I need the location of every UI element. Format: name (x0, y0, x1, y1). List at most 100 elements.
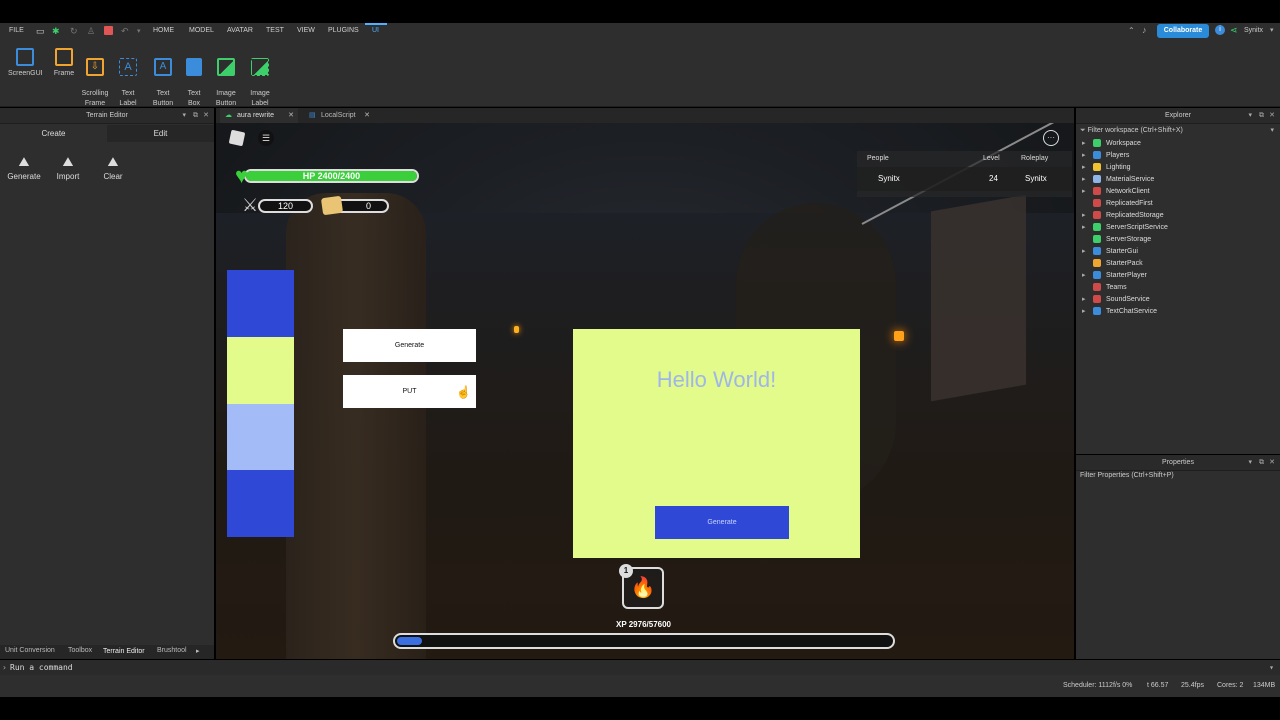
frame-tool[interactable]: Frame (47, 48, 81, 79)
generate-tool[interactable]: ⛰ Generate (6, 154, 42, 181)
chevron-up-icon[interactable]: ⌃ (1128, 26, 1135, 35)
new-file-icon[interactable]: ▭ (36, 26, 45, 37)
swatch[interactable] (227, 403, 294, 471)
more-options-icon[interactable]: ··· (1043, 130, 1059, 146)
menu-test[interactable]: TEST (266, 27, 284, 34)
close-icon[interactable]: ✕ (364, 108, 370, 123)
scrolling-frame-tool[interactable]: ⇩ Scrolling Frame (78, 48, 112, 109)
explorer-item[interactable]: ▸ Workspace (1082, 138, 1141, 150)
game-viewport[interactable]: ☰ ··· HP 2400/2400 ♥ 120 ⚔ 0 People Leve… (216, 123, 1074, 659)
command-bar[interactable]: › Run a command ▾ (0, 660, 1280, 675)
user-name[interactable]: Synitx (1244, 27, 1263, 34)
player-icon[interactable]: ♙ (87, 26, 95, 37)
chevron-down-icon[interactable]: ▾ (182, 108, 186, 124)
expand-arrow-icon[interactable]: ▸ (1082, 174, 1086, 186)
menu-file[interactable]: FILE (9, 27, 24, 34)
explorer-item[interactable]: ▸ StarterPlayer (1082, 270, 1147, 282)
generate-button[interactable]: Generate (343, 329, 476, 362)
properties-filter-input[interactable]: Filter Properties (Ctrl+Shift+P) (1080, 472, 1174, 479)
text-box-tool[interactable]: Text Box (177, 48, 211, 109)
explorer-item[interactable]: ▸ TextChatService (1082, 306, 1157, 318)
terrain-clear-icon: ⛰ (107, 154, 119, 169)
chevron-down-icon[interactable]: ▾ (1248, 108, 1252, 124)
card-title: Hello World! (656, 367, 777, 392)
card-generate-button[interactable]: Generate (655, 506, 789, 539)
expand-arrow-icon[interactable]: ▸ (1082, 222, 1086, 234)
import-tool[interactable]: ⛰ Import (50, 154, 86, 181)
expand-arrow-icon[interactable]: ▸ (1082, 210, 1086, 222)
popout-icon[interactable]: ⧉ (1259, 108, 1264, 124)
explorer-filter-input[interactable]: ⏷ Filter workspace (Ctrl+Shift+X) ▾ (1076, 125, 1280, 137)
image-label-tool[interactable]: Image Label (243, 48, 277, 109)
chevron-down-icon[interactable]: ▾ (1270, 26, 1274, 34)
explorer-item[interactable]: ▸ MaterialService (1082, 174, 1154, 186)
dropdown-icon[interactable]: ▾ (137, 27, 141, 35)
close-icon[interactable]: ✕ (288, 108, 294, 123)
explorer-item[interactable]: ▸ Lighting (1082, 162, 1131, 174)
text-label-tool[interactable]: A Text Label (111, 48, 145, 109)
info-icon[interactable]: i (1215, 25, 1225, 35)
bell-icon[interactable]: ♪ (1142, 25, 1147, 35)
swatch[interactable] (227, 470, 294, 537)
chat-icon[interactable]: ☰ (258, 130, 274, 146)
expand-arrow-icon[interactable]: ▸ (1082, 150, 1086, 162)
expand-arrow-icon[interactable]: ▸ (1082, 246, 1086, 258)
expand-arrow-icon[interactable]: ▸ (1082, 306, 1086, 318)
explorer-item[interactable]: ▸ SoundService (1082, 294, 1150, 306)
chevron-down-icon[interactable]: ▾ (1270, 125, 1274, 137)
explorer-item[interactable]: ▸ ReplicatedStorage (1082, 210, 1164, 222)
expand-arrow-icon[interactable]: ▸ (1082, 294, 1086, 306)
explorer-item[interactable]: StarterPack (1093, 258, 1143, 270)
tab-unit-conversion[interactable]: Unit Conversion (5, 647, 55, 654)
expand-arrow-icon[interactable]: ▸ (1082, 186, 1086, 198)
menu-view[interactable]: VIEW (297, 27, 315, 34)
menu-home[interactable]: HOME (153, 27, 174, 34)
redo-icon[interactable]: ↻ (70, 26, 78, 37)
close-icon[interactable]: ✕ (1269, 455, 1275, 471)
share-icon[interactable]: ⋖ (1230, 25, 1238, 36)
explorer-item[interactable]: ReplicatedFirst (1093, 198, 1153, 210)
tab-edit[interactable]: Edit (107, 125, 214, 142)
explorer-item[interactable]: ServerStorage (1093, 234, 1151, 246)
swatch[interactable] (227, 336, 294, 404)
expand-arrow-icon[interactable]: ▸ (1082, 138, 1086, 150)
explorer-item[interactable]: ▸ NetworkClient (1082, 186, 1150, 198)
tab-terrain-editor[interactable]: Terrain Editor (103, 648, 145, 655)
chevron-down-icon[interactable]: ▾ (1269, 660, 1274, 675)
explorer-item[interactable]: Teams (1093, 282, 1127, 294)
close-icon[interactable]: ✕ (1269, 108, 1275, 124)
tab-localscript[interactable]: ▤ LocalScript ✕ (304, 108, 374, 123)
table-row[interactable]: Synitx 24 Synitx (857, 167, 1072, 191)
clear-tool[interactable]: ⛰ Clear (95, 154, 131, 181)
roblox-menu-icon[interactable] (228, 129, 246, 147)
popout-icon[interactable]: ⧉ (1259, 455, 1264, 471)
tab-brushtool[interactable]: Brushtool (157, 647, 187, 654)
close-icon[interactable]: ✕ (203, 108, 209, 124)
tab-create[interactable]: Create (0, 125, 107, 142)
stop-icon[interactable] (104, 26, 113, 35)
publish-icon[interactable]: ✱ (52, 26, 60, 37)
screengui-tool[interactable]: ScreenGUI (8, 48, 43, 79)
chevron-right-icon[interactable]: ▸ (196, 647, 200, 655)
menu-plugins[interactable]: PLUGINS (328, 27, 359, 34)
document-tabs: ☁ aura rewrite ✕ ▤ LocalScript ✕ (216, 108, 1074, 123)
menu-avatar[interactable]: AVATAR (227, 27, 253, 34)
scrolling-frame-icon: ⇩ (86, 58, 104, 76)
text-button-tool[interactable]: A Text Button (146, 48, 180, 109)
tab-aura-rewrite[interactable]: ☁ aura rewrite ✕ (220, 108, 298, 123)
chevron-down-icon[interactable]: ▾ (1248, 455, 1252, 471)
tab-toolbox[interactable]: Toolbox (68, 647, 92, 654)
explorer-item[interactable]: ▸ ServerScriptService (1082, 222, 1168, 234)
expand-arrow-icon[interactable]: ▸ (1082, 270, 1086, 282)
explorer-item[interactable]: ▸ Players (1082, 150, 1129, 162)
menu-ui[interactable]: UI (372, 27, 379, 34)
status-memory: 134MB (1253, 682, 1276, 689)
image-button-tool[interactable]: Image Button (209, 48, 243, 109)
popout-icon[interactable]: ⧉ (193, 108, 198, 124)
swatch[interactable] (227, 270, 294, 337)
explorer-item[interactable]: ▸ StarterGui (1082, 246, 1138, 258)
menu-model[interactable]: MODEL (189, 27, 214, 34)
undo-icon[interactable]: ↶ (121, 26, 129, 37)
expand-arrow-icon[interactable]: ▸ (1082, 162, 1086, 174)
collaborate-button[interactable]: Collaborate (1157, 24, 1209, 38)
